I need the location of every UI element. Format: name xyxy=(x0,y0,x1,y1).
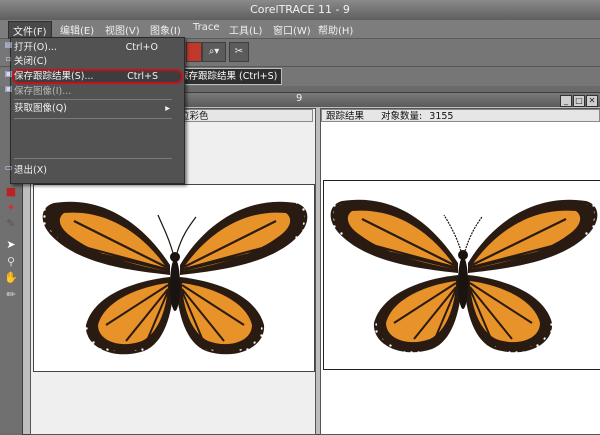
save-image-icon: ▣ xyxy=(4,84,13,93)
menu-edit[interactable]: 编辑(E) xyxy=(60,22,94,37)
pen-tool-icon[interactable]: ✏ xyxy=(4,288,18,302)
menu-save-trace-shortcut: Ctrl+S xyxy=(127,71,158,82)
close-doc-icon: ▫ xyxy=(5,54,12,63)
folder-icon: ▤ xyxy=(4,40,13,49)
app-title: CorelTRACE 11 - 9 xyxy=(250,3,350,16)
object-count-label: 对象数量: xyxy=(381,111,423,122)
save-trace-icon: ▣ xyxy=(4,69,13,78)
minimize-icon[interactable]: _ xyxy=(560,95,572,107)
menu-separator xyxy=(14,99,172,100)
butterfly-original-image xyxy=(39,200,311,358)
zoom-icon: ⌕▾ xyxy=(208,46,220,57)
close-icon[interactable]: ✕ xyxy=(586,95,598,107)
trace-icon: ✂ xyxy=(234,46,244,57)
submenu-arrow-icon: ▸ xyxy=(165,103,170,114)
menu-save-trace-label: 保存跟踪结果(S)... xyxy=(14,71,94,82)
menu-open-shortcut: Ctrl+O xyxy=(125,42,158,53)
menu-image[interactable]: 图象(I) xyxy=(150,22,181,37)
trace-result-header: 跟踪结果 对象数量: 3155 xyxy=(321,109,600,122)
document-title: 9 xyxy=(296,93,303,104)
restore-icon[interactable]: □ xyxy=(573,95,585,107)
butterfly-traced-image xyxy=(327,198,600,356)
menu-acquire-label: 获取图像(Q) xyxy=(14,103,67,114)
picker-tool-icon[interactable]: ■ xyxy=(4,185,18,199)
zoom-tool-icon[interactable]: ⚲ xyxy=(4,255,18,269)
menu-separator xyxy=(14,158,172,159)
trace-options-button[interactable]: ✂ xyxy=(229,42,249,62)
menu-view[interactable]: 视图(V) xyxy=(105,22,140,37)
menu-exit[interactable]: ▭ 退出(X) xyxy=(5,163,174,178)
menu-save-image-label: 保存图像(I)... xyxy=(14,86,72,97)
color-tool-button[interactable] xyxy=(186,42,202,62)
menu-help[interactable]: 帮助(H) xyxy=(318,22,353,37)
color-tool-icon[interactable]: ✦ xyxy=(4,201,18,215)
eyedropper-tool-icon[interactable]: ✎ xyxy=(4,217,18,231)
object-count-value: 3155 xyxy=(429,111,454,122)
menu-window[interactable]: 窗口(W) xyxy=(273,22,311,37)
save-trace-tooltip: 保存跟踪结果 (Ctrl+S) xyxy=(174,68,283,85)
menu-exit-label: 退出(X) xyxy=(14,165,47,176)
menu-save-image[interactable]: ▣ 保存图像(I)... xyxy=(5,84,174,99)
menu-open-label: 打开(O)... xyxy=(14,42,57,53)
menu-close-label: 关闭(C) xyxy=(14,56,48,67)
zoom-dropdown-button[interactable]: ⌕▾ xyxy=(202,42,226,62)
menu-separator xyxy=(14,118,172,119)
menu-save-trace[interactable]: ▣ 保存跟踪结果(S)... Ctrl+S xyxy=(5,69,174,84)
trace-result-label: 跟踪结果 xyxy=(326,111,365,122)
menu-open[interactable]: ▤ 打开(O)... Ctrl+O xyxy=(5,40,174,55)
trace-result-image xyxy=(323,180,600,370)
source-image xyxy=(33,184,315,372)
menu-tools[interactable]: 工具(L) xyxy=(229,22,262,37)
menu-trace[interactable]: Trace xyxy=(193,22,220,33)
menu-close[interactable]: ▫ 关闭(C) xyxy=(6,54,174,69)
menu-acquire[interactable]: 获取图像(Q) ▸ xyxy=(14,101,174,116)
exit-icon: ▭ xyxy=(4,163,13,172)
hand-tool-icon[interactable]: ✋ xyxy=(4,271,18,285)
pointer-tool-icon[interactable]: ➤ xyxy=(4,238,18,252)
